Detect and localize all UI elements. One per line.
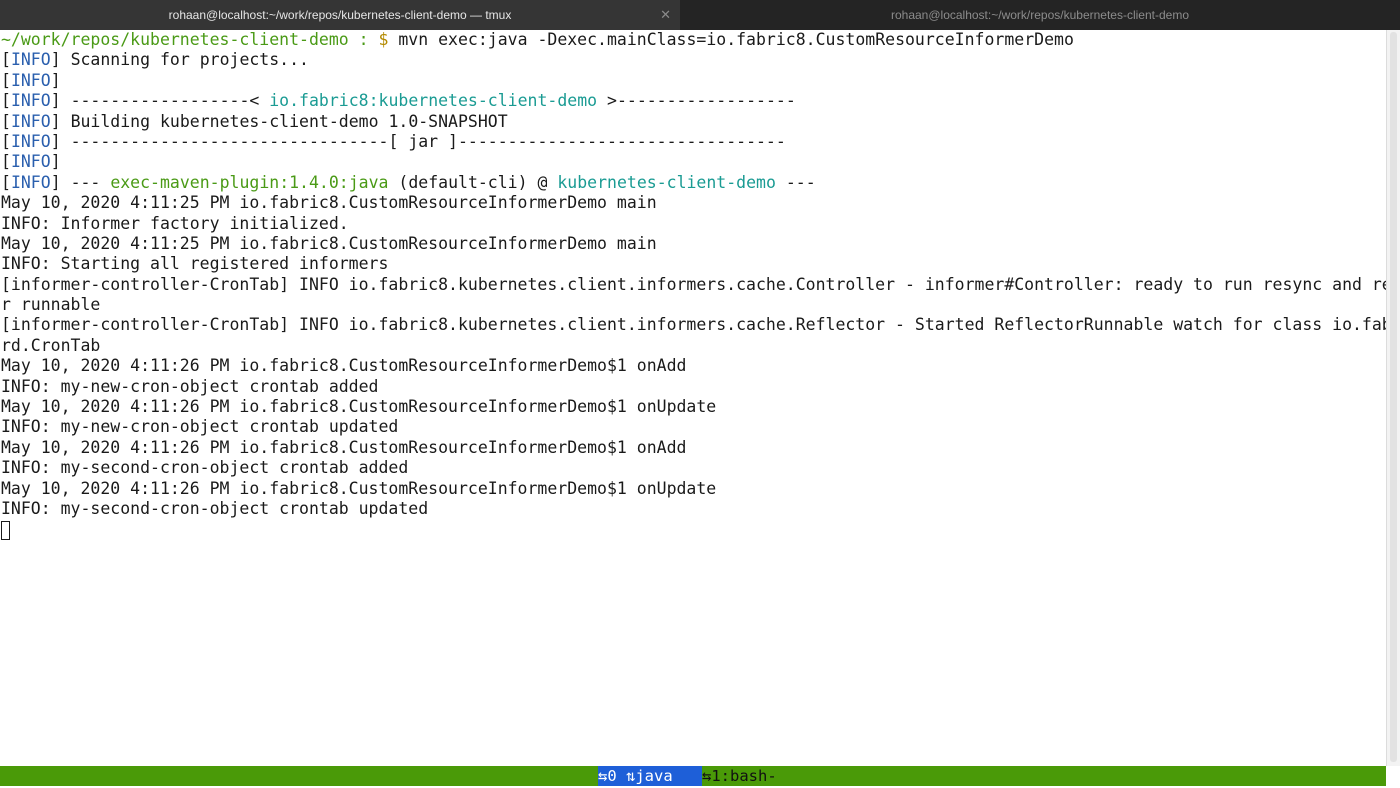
output-line: May 10, 2020 4:11:26 PM io.fabric8.Custo… <box>1 356 687 376</box>
output-line: May 10, 2020 4:11:25 PM io.fabric8.Custo… <box>1 233 657 253</box>
output-line: May 10, 2020 4:11:26 PM io.fabric8.Custo… <box>1 397 717 417</box>
tab-bar: rohaan@localhost:~/work/repos/kubernetes… <box>0 0 1400 30</box>
close-icon[interactable]: ✕ <box>660 0 671 30</box>
output-line: r runnable <box>1 295 101 315</box>
prompt-symbol: $ <box>378 30 389 49</box>
output-line: INFO: Starting all registered informers <box>1 254 389 274</box>
project-name: kubernetes-client-demo <box>557 172 776 192</box>
output-line: [informer-controller-CronTab] INFO io.fa… <box>1 274 1386 294</box>
log-line: [INFO] <box>1 152 61 172</box>
command-line: ~/work/repos/kubernetes-client-demo : $ … <box>0 30 1386 50</box>
tab-title: rohaan@localhost:~/work/repos/kubernetes… <box>890 8 1189 22</box>
prompt-path: ~/work/repos/kubernetes-client-demo <box>1 30 349 49</box>
info-tag: INFO <box>10 152 51 172</box>
output-line: INFO: Informer factory initialized. <box>1 213 349 233</box>
log-line: [INFO] <box>1 70 61 90</box>
tab-bash[interactable]: rohaan@localhost:~/work/repos/kubernetes… <box>680 0 1400 30</box>
tmux-window-active[interactable]: ⇆0 ⇅java <box>598 766 702 786</box>
output-line: INFO: my-second-cron-object crontab upda… <box>1 498 429 518</box>
log-line: [INFO] Scanning for projects... <box>1 50 309 70</box>
scrollbar[interactable] <box>1386 30 1400 766</box>
output-line: rd.CronTab <box>1 335 101 355</box>
log-line: [INFO] --- exec-maven-plugin:1.4.0:java … <box>1 172 816 192</box>
scrollbar-thumb[interactable] <box>1390 32 1397 762</box>
info-tag: INFO <box>10 70 51 90</box>
tmux-status-bar: ⇆0 ⇅java ⇆1:bash- <box>0 766 1386 786</box>
info-tag: INFO <box>10 131 51 151</box>
log-line: [INFO] ------------------< io.fabric8:ku… <box>1 91 796 111</box>
artifact-id: io.fabric8:kubernetes-client-demo <box>269 91 598 111</box>
command-text: mvn exec:java -Dexec.mainClass=io.fabric… <box>388 30 1074 49</box>
output-line: INFO: my-new-cron-object crontab updated <box>1 417 399 437</box>
output-line: [informer-controller-CronTab] INFO io.fa… <box>1 315 1386 335</box>
log-line: [INFO] Building kubernetes-client-demo 1… <box>1 111 508 131</box>
terminal-output[interactable]: ~/work/repos/kubernetes-client-demo : $ … <box>0 30 1386 766</box>
output-line: May 10, 2020 4:11:26 PM io.fabric8.Custo… <box>1 478 717 498</box>
output-line: INFO: my-second-cron-object crontab adde… <box>1 458 409 478</box>
tmux-window-bash[interactable]: ⇆1:bash- <box>702 766 777 786</box>
plugin-name: exec-maven-plugin:1.4.0:java <box>110 172 389 192</box>
tab-title: rohaan@localhost:~/work/repos/kubernetes… <box>168 8 512 22</box>
log-line: [INFO] --------------------------------[… <box>1 131 786 151</box>
cursor-line[interactable] <box>0 519 1386 541</box>
output-line: INFO: my-new-cron-object crontab added <box>1 376 379 396</box>
prompt-separator: : <box>348 30 379 49</box>
info-tag: INFO <box>10 91 51 111</box>
info-tag: INFO <box>10 172 51 192</box>
output-line: May 10, 2020 4:11:25 PM io.fabric8.Custo… <box>1 193 657 213</box>
output-line: May 10, 2020 4:11:26 PM io.fabric8.Custo… <box>1 437 687 457</box>
info-tag: INFO <box>10 111 51 131</box>
tab-tmux[interactable]: rohaan@localhost:~/work/repos/kubernetes… <box>0 0 680 30</box>
terminal-cursor <box>1 521 10 541</box>
info-tag: INFO <box>10 50 51 70</box>
